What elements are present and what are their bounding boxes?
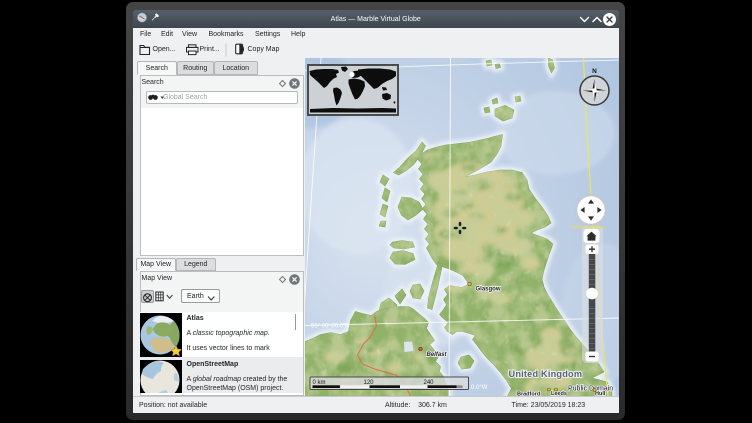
svg-text:Belfast: Belfast xyxy=(426,352,447,358)
svg-text:Leeds: Leeds xyxy=(551,391,567,396)
svg-text:0.0°W: 0.0°W xyxy=(471,385,488,391)
svg-text:55° 00' 00.0"N: 55° 00' 00.0"N xyxy=(311,323,349,329)
svg-text:Public Domain: Public Domain xyxy=(568,385,613,392)
svg-text:120: 120 xyxy=(363,380,374,386)
svg-text:Bradford: Bradford xyxy=(517,391,540,396)
svg-text:Hull: Hull xyxy=(595,391,606,396)
svg-text:United Kingdom: United Kingdom xyxy=(508,369,582,379)
svg-text:Glasgow: Glasgow xyxy=(475,286,500,292)
svg-text:Prime Meridian: Prime Meridian xyxy=(571,224,604,229)
svg-text:N: N xyxy=(592,68,597,75)
svg-text:0 km: 0 km xyxy=(312,380,325,386)
svg-text:240: 240 xyxy=(423,380,434,386)
